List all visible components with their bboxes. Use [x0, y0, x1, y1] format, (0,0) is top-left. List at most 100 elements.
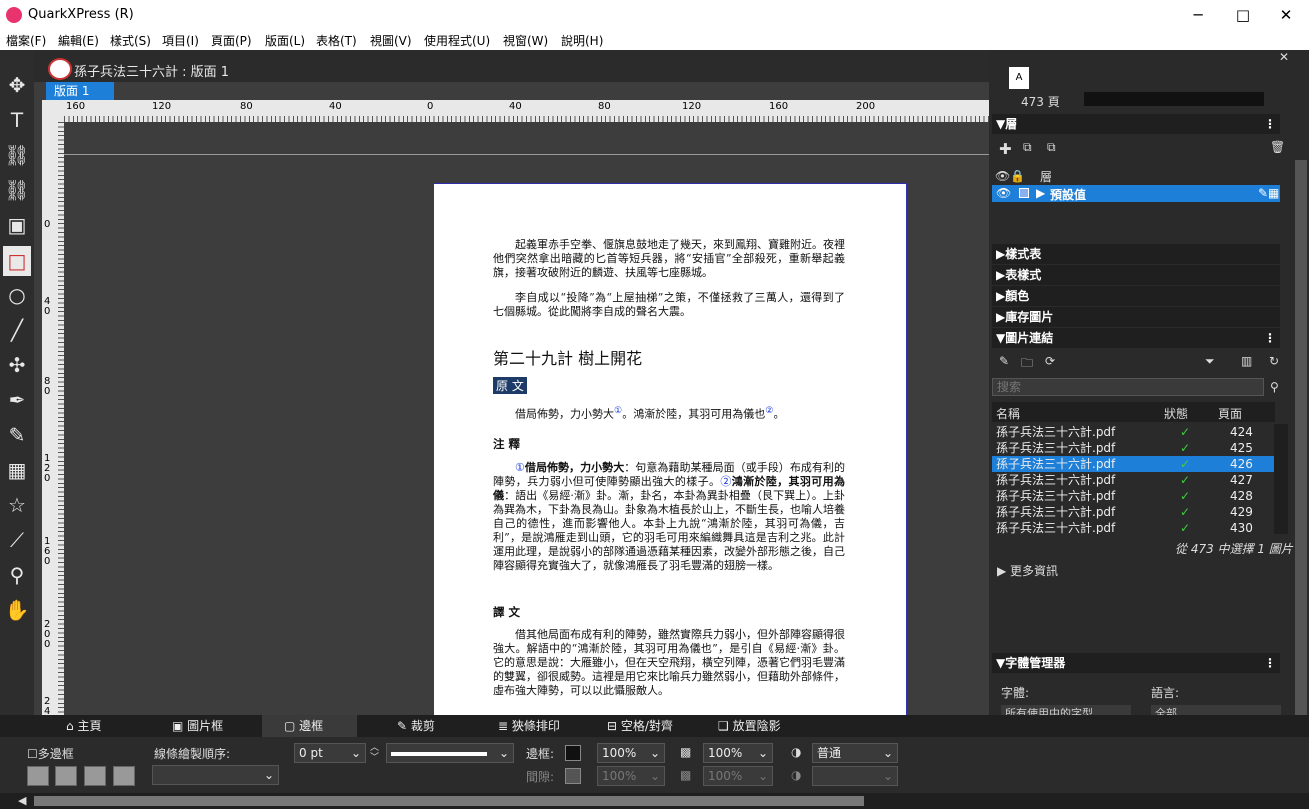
- width-stepper-icon[interactable]: ︿ ﹀: [370, 743, 379, 763]
- translation-paragraph[interactable]: 借其他局面布成有利的陣勢，雖然實際兵力弱小，但外部陣容顯得很強大。解語中的“鴻漸…: [493, 628, 845, 698]
- col-name[interactable]: 名稱: [996, 405, 1020, 422]
- document-page[interactable]: 起義軍赤手空拳、偃旗息鼓地走了幾天，來到鳳翔、寶雞附近。夜裡他們突然拿出暗藏的匕…: [433, 183, 907, 715]
- tab-frame[interactable]: ▢ 邊框: [262, 715, 357, 737]
- frame-shade-select[interactable]: 100% ⌄: [597, 743, 665, 763]
- search-icon[interactable]: ⚲: [1270, 380, 1279, 394]
- open-folder-icon[interactable]: 🗀: [1021, 354, 1033, 375]
- blend-mode-select[interactable]: 普通 ⌄: [812, 743, 898, 763]
- more-info-toggle[interactable]: ▶ 更多資訊: [997, 562, 1058, 579]
- section-heading-notes[interactable]: 注 釋: [493, 436, 520, 452]
- pencil-icon[interactable]: ✎: [3, 420, 31, 450]
- panel-menu-icon[interactable]: ⋮: [1264, 653, 1276, 673]
- notes-paragraph[interactable]: ①借局佈勢，力小勢大：句意為藉助某種局面（或手段）布成有利的陣勢，兵力弱小但可使…: [493, 461, 845, 573]
- col-page[interactable]: 頁面: [1218, 405, 1242, 422]
- frame-style-button-1[interactable]: [27, 766, 49, 786]
- picture-content-icon[interactable]: ▣: [3, 210, 31, 240]
- gap-blend-select[interactable]: ⌄: [812, 766, 898, 786]
- original-text[interactable]: 借局佈勢，力小勢大①。鴻漸於陸，其羽可用為儀也②。: [493, 404, 845, 422]
- menu-edit[interactable]: 編輯(E): [58, 32, 99, 49]
- filter-icon[interactable]: ⏷: [1205, 354, 1215, 369]
- delete-layer-icon[interactable]: 🗑: [1270, 140, 1285, 154]
- frame-style-button-2[interactable]: [55, 766, 77, 786]
- panel-header-table-styles[interactable]: ▶表樣式: [992, 265, 1280, 285]
- text-link-icon[interactable]: ⛓: [3, 140, 31, 170]
- font-manager-header[interactable]: ▼字體管理器 ⋮: [992, 653, 1280, 673]
- gap-color-swatch[interactable]: [565, 768, 581, 784]
- links-scrollbar[interactable]: [1274, 424, 1288, 534]
- scroll-left-icon[interactable]: ◀: [18, 794, 26, 807]
- gap-opacity-select[interactable]: 100% ⌄: [703, 766, 773, 786]
- font-filter-select[interactable]: 所有使用中的字型: [1001, 705, 1131, 715]
- link-row[interactable]: 孫子兵法三十六計.pdf ✓ 430: [992, 520, 1274, 534]
- links-search-input[interactable]: [992, 378, 1264, 396]
- note-number[interactable]: ②: [720, 475, 731, 488]
- panel-header-picture-links[interactable]: ▼圖片連結 ⋮: [992, 328, 1280, 348]
- eyedropper-icon[interactable]: ⟋: [3, 525, 31, 555]
- multi-frame-checkbox[interactable]: ☐多邊框: [27, 745, 74, 762]
- move-to-layer-icon[interactable]: ⧉: [1047, 140, 1056, 155]
- layers-panel-header[interactable]: ▼層 ⋮: [992, 114, 1280, 134]
- note-number[interactable]: ①: [515, 461, 525, 474]
- section-label-original[interactable]: 原 文: [493, 377, 527, 394]
- panel-close-icon[interactable]: ✕: [1279, 50, 1289, 64]
- table-icon[interactable]: ▦: [3, 455, 31, 485]
- expand-icon[interactable]: ▶: [1036, 186, 1045, 200]
- chapter-heading[interactable]: 第二十九計 樹上開花: [493, 345, 642, 369]
- frame-width-input[interactable]: 0 pt ⌄: [294, 743, 366, 763]
- move-icon[interactable]: ✥: [3, 70, 31, 100]
- layer-name[interactable]: 預設值: [1050, 186, 1086, 203]
- link-row[interactable]: 孫子兵法三十六計.pdf ✓ 428: [992, 488, 1274, 504]
- link-row[interactable]: 孫子兵法三十六計.pdf ✓ 429: [992, 504, 1274, 520]
- star-icon[interactable]: ☆: [3, 490, 31, 520]
- close-button[interactable]: ✕: [1263, 0, 1309, 30]
- oval-box-icon[interactable]: ○: [3, 280, 31, 310]
- panel-header-stylesheets[interactable]: ▶樣式表: [992, 244, 1280, 264]
- layout-tab[interactable]: 版面 1: [46, 82, 114, 100]
- horizontal-ruler[interactable]: 160 120 80 40 0 40 80 120 160 200: [64, 100, 989, 122]
- panel-menu-icon[interactable]: ⋮: [1264, 328, 1276, 348]
- menu-table[interactable]: 表格(T): [316, 32, 357, 49]
- link-row[interactable]: 孫子兵法三十六計.pdf ✓ 424: [992, 424, 1274, 440]
- point-select-icon[interactable]: ✣: [3, 350, 31, 380]
- pen-icon[interactable]: ✒: [3, 385, 31, 415]
- line-order-select[interactable]: ⌄: [152, 765, 279, 785]
- new-layer-icon[interactable]: ✚: [999, 140, 1012, 158]
- eye-icon[interactable]: 👁: [996, 186, 1011, 200]
- body-paragraph[interactable]: 起義軍赤手空拳、偃旗息鼓地走了幾天，來到鳳翔、寶雞附近。夜裡他們突然拿出暗藏的匕…: [493, 238, 845, 280]
- frame-opacity-select[interactable]: 100% ⌄: [703, 743, 773, 763]
- layer-row-default[interactable]: 👁 ▶ 預設值 ✎▦: [992, 185, 1280, 202]
- pasteboard[interactable]: 起義軍赤手空拳、偃旗息鼓地走了幾天，來到鳳翔、寶雞附近。夜裡他們突然拿出暗藏的匕…: [64, 122, 989, 715]
- panel-scrollbar[interactable]: [1295, 160, 1307, 715]
- language-select[interactable]: 全部: [1151, 705, 1281, 715]
- tab-space-align[interactable]: ⊟ 空格/對齊: [585, 715, 690, 737]
- frame-color-swatch[interactable]: [565, 745, 581, 761]
- body-paragraph[interactable]: 李自成以“投降”為“上屋抽梯”之策，不僅拯救了三萬人，還得到了七個縣城。從此闖將…: [493, 291, 845, 319]
- text-unlink-icon[interactable]: ⛓: [3, 175, 31, 205]
- page-thumbnail[interactable]: A: [1009, 67, 1029, 89]
- zoom-icon[interactable]: ⚲: [3, 560, 31, 590]
- edit-picture-icon[interactable]: ✎: [999, 354, 1009, 368]
- hand-icon[interactable]: ✋: [3, 595, 31, 625]
- ruler-origin[interactable]: [42, 100, 64, 122]
- frame-style-button-4[interactable]: [113, 766, 135, 786]
- duplicate-layer-icon[interactable]: ⧉: [1023, 140, 1032, 155]
- frame-style-select[interactable]: ⌄: [386, 743, 514, 763]
- col-status[interactable]: 狀態: [1164, 405, 1188, 422]
- footnote-ref[interactable]: ①: [614, 405, 622, 416]
- panel-menu-icon[interactable]: ⋮: [1264, 114, 1276, 134]
- text-content-icon[interactable]: Ｔ: [3, 105, 31, 135]
- scroll-thumb[interactable]: [34, 796, 864, 806]
- menu-utilities[interactable]: 使用程式(U): [424, 32, 490, 49]
- menu-layout[interactable]: 版面(L): [265, 32, 305, 49]
- rectangle-box-icon[interactable]: □: [3, 246, 31, 276]
- link-row[interactable]: 孫子兵法三十六計.pdf ✓ 426: [992, 456, 1274, 472]
- panel-header-library[interactable]: ▶庫存圖片: [992, 307, 1280, 327]
- menu-style[interactable]: 樣式(S): [110, 32, 151, 49]
- vertical-ruler[interactable]: 0 40 80 120 160 200 240: [42, 122, 64, 715]
- tab-home[interactable]: ⌂ 主頁: [44, 715, 139, 737]
- minimize-button[interactable]: ─: [1175, 0, 1221, 30]
- menu-page[interactable]: 頁面(P): [211, 32, 252, 49]
- menu-window[interactable]: 視窗(W): [503, 32, 548, 49]
- tab-drop-shadow[interactable]: ❑ 放置陰影: [696, 715, 796, 737]
- guide-line[interactable]: [64, 154, 989, 155]
